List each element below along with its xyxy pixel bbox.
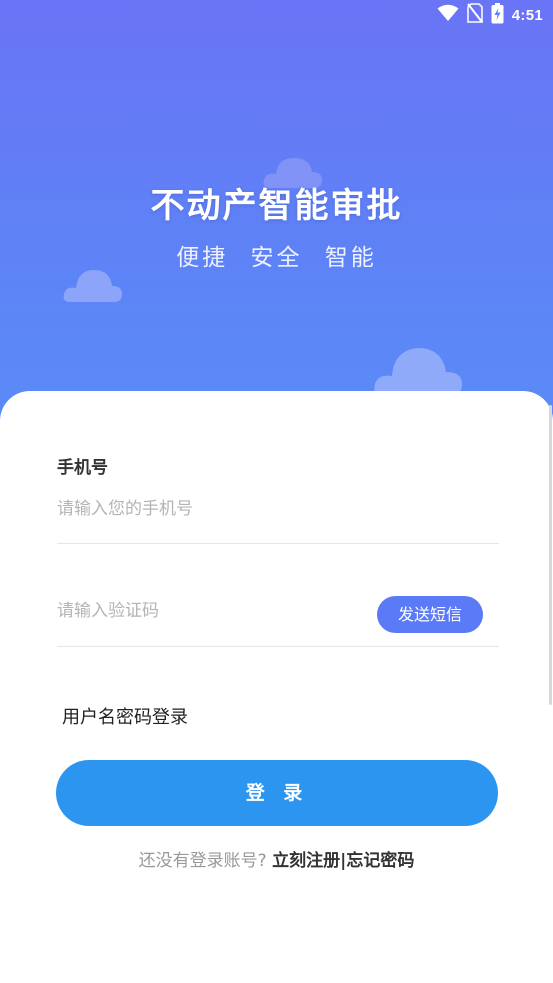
- forgot-password-link[interactable]: 忘记密码: [346, 851, 414, 871]
- cloud-icon: [374, 348, 462, 396]
- phone-label: 手机号: [57, 458, 108, 478]
- wifi-icon: [437, 4, 459, 26]
- scrollbar[interactable]: [549, 405, 552, 705]
- app-title: 不动产智能审批: [150, 186, 403, 226]
- app-subtitle: 便捷 安全 智能: [176, 245, 377, 271]
- login-card: [0, 391, 553, 983]
- verification-code-input[interactable]: [57, 596, 357, 626]
- register-link[interactable]: 立刻注册: [272, 851, 340, 871]
- login-button[interactable]: 登 录: [56, 760, 498, 826]
- status-time: 4:51: [511, 6, 543, 24]
- verification-code-field: 发送短信: [57, 596, 499, 647]
- phone-field: [57, 494, 499, 544]
- send-sms-button[interactable]: 发送短信: [377, 596, 483, 633]
- register-prompt-text: 还没有登录账号?: [138, 851, 267, 871]
- phone-input[interactable]: [57, 494, 357, 524]
- status-bar: 4:51: [0, 0, 553, 32]
- login-screen: 4:51 不动产智能审批 便捷 安全 智能 手机号 发送短信 用户名密码登录 登…: [0, 0, 553, 983]
- hero-banner: 4:51 不动产智能审批 便捷 安全 智能: [0, 0, 553, 440]
- no-sim-icon: [466, 3, 483, 27]
- battery-charging-icon: [491, 2, 504, 28]
- username-password-login-link[interactable]: 用户名密码登录: [62, 703, 188, 729]
- register-prompt: 还没有登录账号? 立刻注册|忘记密码: [0, 846, 553, 871]
- status-icons: 4:51: [437, 2, 543, 28]
